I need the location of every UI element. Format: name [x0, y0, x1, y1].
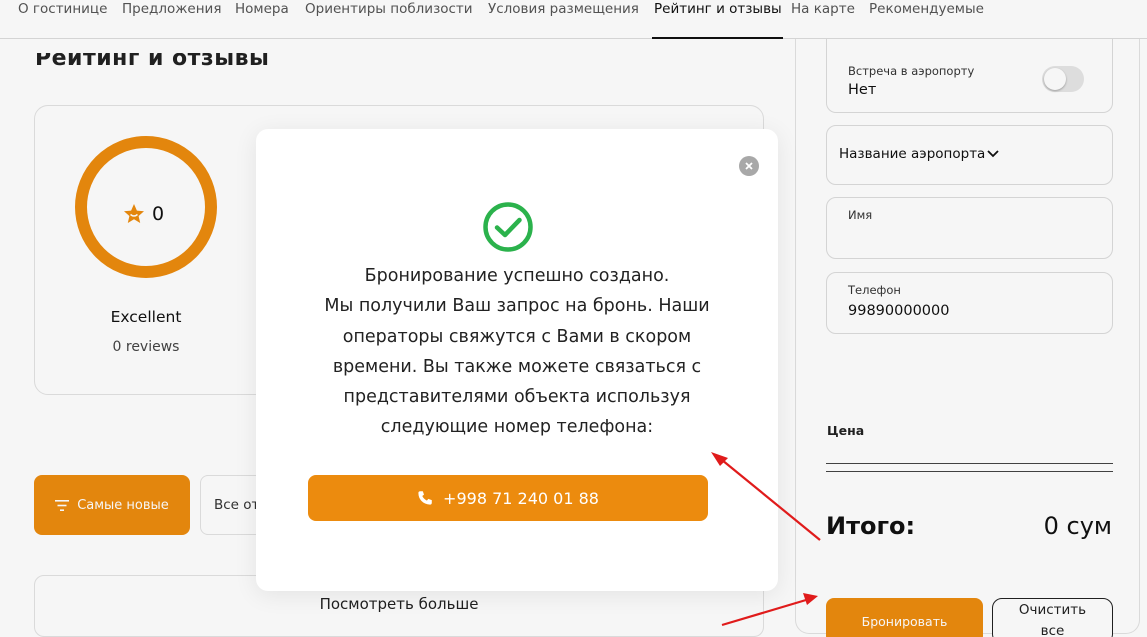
message-line: времени. Вы также можете связаться с	[332, 356, 702, 377]
booking-success-modal: Бронирование успешно создано. Мы получил…	[256, 129, 778, 591]
call-phone-button[interactable]: +998 71 240 01 88	[308, 475, 708, 521]
check-circle-icon	[483, 202, 533, 252]
message-line: Мы получили Ваш запрос на бронь. Наши	[324, 296, 710, 317]
message-line: представителями объекта используя	[343, 387, 691, 408]
close-icon[interactable]	[739, 156, 759, 176]
message-line: операторы свяжутся с Вами в скором	[342, 326, 692, 347]
phone-icon	[418, 491, 432, 505]
message-line: Бронирование успешно создано.	[364, 266, 670, 286]
success-message: Бронирование успешно создано. Мы получил…	[256, 261, 778, 443]
message-line: следующие номер телефона:	[380, 417, 654, 438]
close-cross-icon	[745, 162, 753, 170]
phone-number-label: +998 71 240 01 88	[443, 488, 599, 508]
